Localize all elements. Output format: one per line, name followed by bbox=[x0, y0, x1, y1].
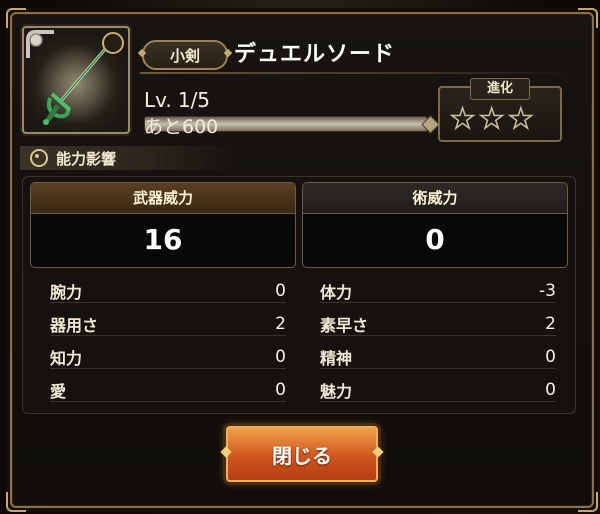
stat-value: 2 bbox=[275, 314, 286, 334]
star-empty-icon: ★ bbox=[507, 102, 534, 135]
stat-label: 精神 bbox=[320, 349, 353, 368]
star-empty-icon: ★ bbox=[478, 102, 505, 135]
stat-label: 腕力 bbox=[50, 283, 83, 302]
target-icon bbox=[30, 149, 48, 167]
art-power-label: 術威力 bbox=[303, 183, 567, 214]
weapon-category-badge: 小剣 bbox=[142, 40, 228, 70]
level-prefix: Lv. bbox=[144, 88, 172, 112]
stat-value: 0 bbox=[275, 380, 286, 400]
stat-value: 0 bbox=[545, 380, 556, 400]
divider bbox=[140, 72, 572, 74]
weapon-power-card: 武器威力 16 bbox=[30, 182, 296, 268]
lock-icon[interactable] bbox=[102, 32, 124, 54]
stat-value: -3 bbox=[539, 281, 556, 301]
stat-row: 知力 0 bbox=[50, 346, 286, 369]
stat-label: 体力 bbox=[320, 283, 353, 302]
frame-corner bbox=[6, 492, 26, 512]
close-button[interactable]: 閉じる bbox=[226, 426, 378, 482]
stat-label: 魅力 bbox=[320, 382, 353, 401]
rarity-gem-icon bbox=[26, 30, 54, 58]
frame-corner bbox=[6, 8, 26, 28]
stat-value: 0 bbox=[275, 347, 286, 367]
evolution-panel: 進化 ★ ★ ★ bbox=[438, 78, 562, 142]
level-display: Lv. 1/5 bbox=[144, 88, 210, 112]
stat-row: 体力 -3 bbox=[320, 280, 556, 303]
evolution-stars: ★ ★ ★ bbox=[449, 102, 534, 135]
stat-row: 腕力 0 bbox=[50, 280, 286, 303]
level-value: 1/5 bbox=[177, 88, 211, 112]
stat-value: 0 bbox=[545, 347, 556, 367]
stat-label: 器用さ bbox=[50, 316, 99, 335]
stat-row: 器用さ 2 bbox=[50, 313, 286, 336]
stat-value: 0 bbox=[275, 281, 286, 301]
weapon-power-label: 武器威力 bbox=[31, 183, 295, 214]
frame-corner bbox=[578, 492, 598, 512]
stat-value: 2 bbox=[545, 314, 556, 334]
stat-row: 精神 0 bbox=[320, 346, 556, 369]
weapon-icon-frame bbox=[22, 26, 130, 134]
stat-label: 素早さ bbox=[320, 316, 369, 335]
stat-row: 愛 0 bbox=[50, 379, 286, 402]
evolution-label: 進化 bbox=[470, 78, 530, 100]
weapon-power-value: 16 bbox=[143, 223, 183, 256]
section-header: 能力影響 bbox=[20, 146, 240, 170]
art-power-card: 術威力 0 bbox=[302, 182, 568, 268]
star-empty-icon: ★ bbox=[449, 102, 476, 135]
stat-row: 素早さ 2 bbox=[320, 313, 556, 336]
exp-remaining: あと600 bbox=[144, 116, 219, 138]
section-title: 能力影響 bbox=[56, 149, 117, 168]
stat-row: 魅力 0 bbox=[320, 379, 556, 402]
stat-label: 知力 bbox=[50, 349, 83, 368]
stat-label: 愛 bbox=[50, 382, 67, 401]
frame-corner bbox=[578, 8, 598, 28]
weapon-name: デュエルソード bbox=[234, 42, 396, 67]
art-power-value: 0 bbox=[425, 223, 445, 256]
